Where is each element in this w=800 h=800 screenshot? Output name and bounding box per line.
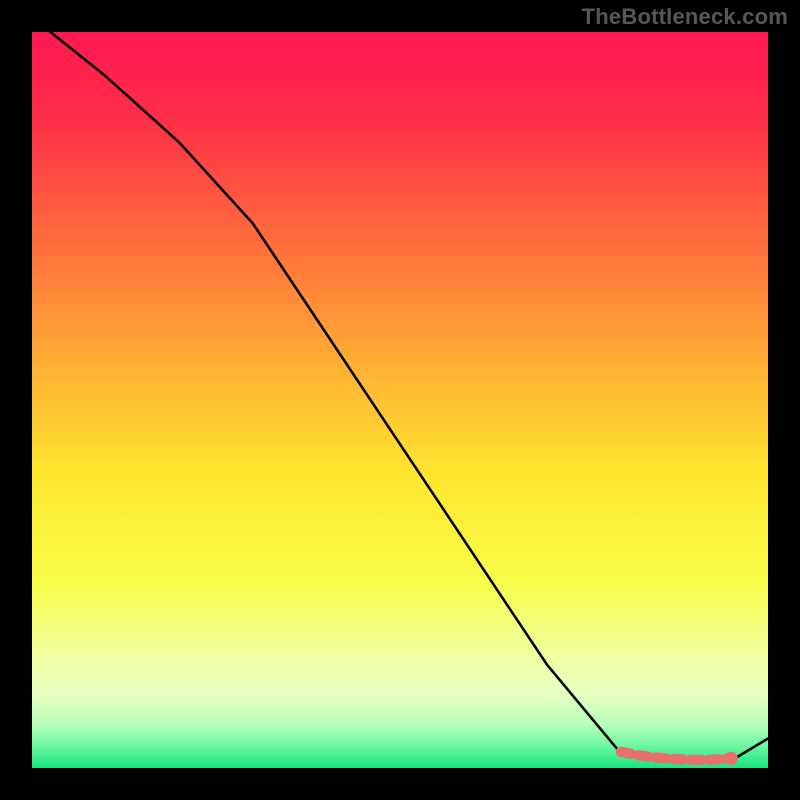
curve-path: [32, 32, 768, 761]
marker-path: [621, 752, 731, 760]
marker-group: [621, 752, 738, 765]
curve-layer: [32, 32, 768, 768]
watermark-text: TheBottleneck.com: [582, 4, 788, 30]
chart-stage: TheBottleneck.com: [0, 0, 800, 800]
plot-area: [32, 32, 768, 768]
marker-end-dot: [725, 752, 738, 765]
